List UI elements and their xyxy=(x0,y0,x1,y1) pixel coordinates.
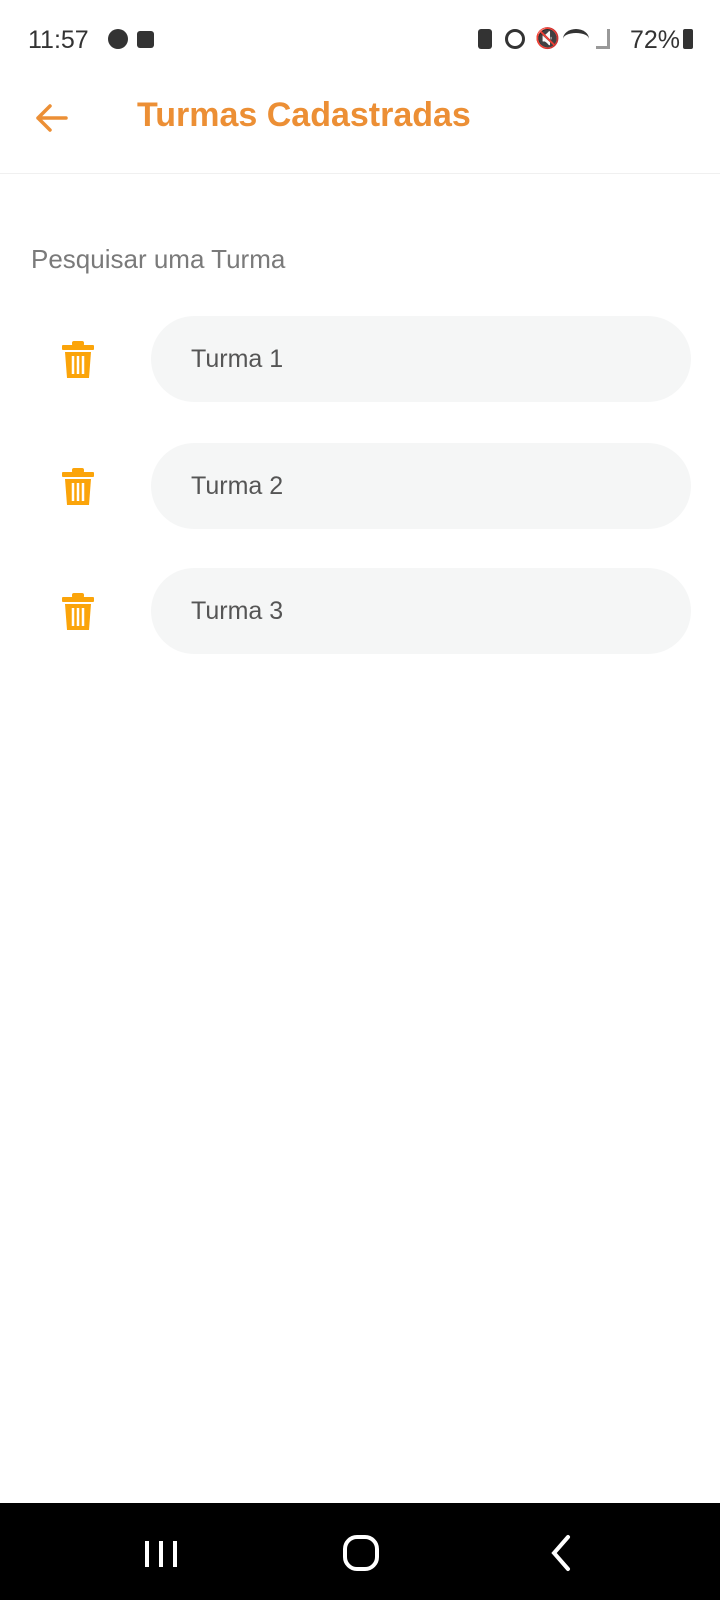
page-title: Turmas Cadastradas xyxy=(137,96,471,134)
back-button[interactable] xyxy=(540,1531,584,1575)
trash-icon[interactable] xyxy=(60,467,96,507)
signal-icon xyxy=(596,29,610,49)
home-button[interactable] xyxy=(340,1531,384,1575)
battery-icon xyxy=(683,29,693,49)
battery-percent: 72% xyxy=(629,26,680,54)
back-arrow-icon[interactable] xyxy=(32,98,72,138)
battery-saver-icon xyxy=(478,29,492,49)
status-time: 11:57 xyxy=(28,26,89,54)
system-nav-bar xyxy=(0,1503,720,1600)
wifi-icon xyxy=(563,29,589,49)
alarm-icon xyxy=(505,29,525,49)
status-bar: 11:57 🔇 72% xyxy=(0,0,720,80)
app-header: Turmas Cadastradas xyxy=(0,80,720,174)
trash-icon[interactable] xyxy=(60,340,96,380)
trash-icon[interactable] xyxy=(60,592,96,632)
turma-row: Turma 1 xyxy=(0,316,720,402)
turma-row: Turma 2 xyxy=(0,443,720,529)
mute-icon: 🔇 xyxy=(535,28,560,50)
turma-row: Turma 3 xyxy=(0,568,720,654)
checkbox-notification-icon xyxy=(137,31,154,48)
turma-item[interactable]: Turma 3 xyxy=(151,568,691,654)
app-notification-icon xyxy=(108,29,128,49)
search-label[interactable]: Pesquisar uma Turma xyxy=(31,244,285,275)
turma-item[interactable]: Turma 1 xyxy=(151,316,691,402)
recent-apps-button[interactable] xyxy=(139,1531,183,1575)
turma-item[interactable]: Turma 2 xyxy=(151,443,691,529)
